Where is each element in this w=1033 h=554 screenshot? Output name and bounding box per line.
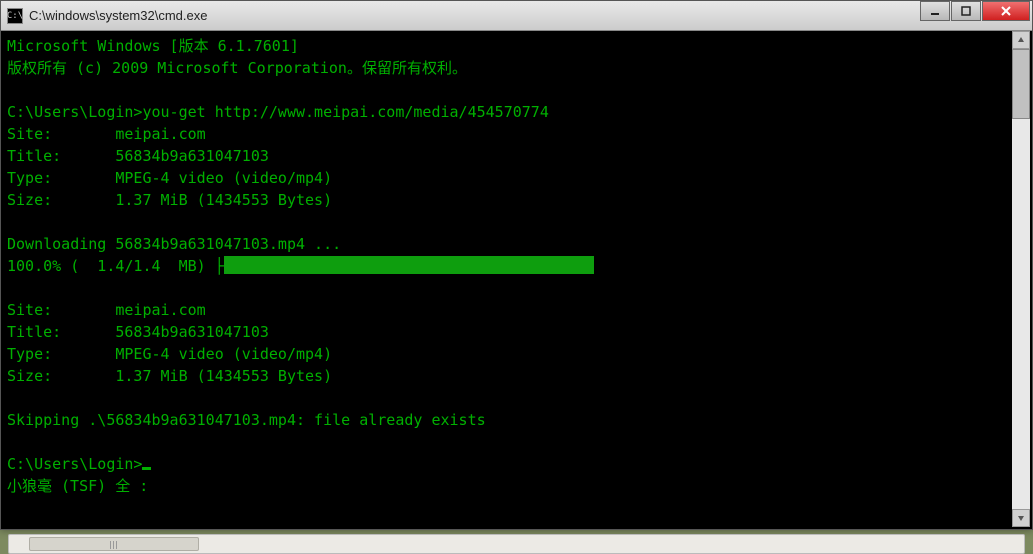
- titlebar[interactable]: C:\ C:\windows\system32\cmd.exe: [1, 1, 1032, 31]
- progress-text: 100.0% ( 1.4/1.4 MB) ├: [7, 257, 224, 275]
- type-value-2: MPEG-4 video (video/mp4): [115, 345, 332, 363]
- window-title: C:\windows\system32\cmd.exe: [29, 8, 919, 23]
- size-value: 1.37 MiB (1434553 Bytes): [115, 191, 332, 209]
- scroll-track[interactable]: [1012, 49, 1030, 509]
- vertical-scrollbar[interactable]: [1012, 31, 1030, 527]
- maximize-icon: [961, 6, 971, 16]
- maximize-button[interactable]: [951, 1, 981, 21]
- minimize-icon: [930, 6, 940, 16]
- hscroll-thumb[interactable]: [29, 537, 199, 551]
- prompt-1: C:\Users\Login>: [7, 103, 142, 121]
- skipping-line: Skipping .\56834b9a631047103.mp4: file a…: [7, 411, 486, 429]
- scroll-down-button[interactable]: [1012, 509, 1030, 527]
- site-value: meipai.com: [115, 125, 205, 143]
- downloading-line: Downloading 56834b9a631047103.mp4 ...: [7, 235, 341, 253]
- app-icon: C:\: [7, 8, 23, 24]
- size-value-2: 1.37 MiB (1434553 Bytes): [115, 367, 332, 385]
- site-label: Site:: [7, 125, 115, 143]
- command-1: you-get http://www.meipai.com/media/4545…: [142, 103, 548, 121]
- type-label-2: Type:: [7, 345, 115, 363]
- site-value-2: meipai.com: [115, 301, 205, 319]
- chevron-up-icon: [1017, 36, 1025, 44]
- console-output[interactable]: Microsoft Windows [版本 6.1.7601] 版权所有 (c)…: [1, 31, 1032, 529]
- site-label-2: Site:: [7, 301, 115, 319]
- scroll-thumb[interactable]: [1012, 49, 1030, 119]
- ime-status: 小狼毫 (TSF) 全 :: [7, 477, 148, 495]
- title-label-2: Title:: [7, 323, 115, 341]
- size-label: Size:: [7, 191, 115, 209]
- size-label-2: Size:: [7, 367, 115, 385]
- cmd-window: C:\ C:\windows\system32\cmd.exe Microsof…: [0, 0, 1033, 530]
- line-copyright: 版权所有 (c) 2009 Microsoft Corporation。保留所有…: [7, 59, 467, 77]
- chevron-down-icon: [1017, 514, 1025, 522]
- minimize-button[interactable]: [920, 1, 950, 21]
- scroll-up-button[interactable]: [1012, 31, 1030, 49]
- progress-bar: [224, 256, 594, 274]
- prompt-2: C:\Users\Login>: [7, 455, 142, 473]
- title-label: Title:: [7, 147, 115, 165]
- title-value: 56834b9a631047103: [115, 147, 269, 165]
- horizontal-scrollbar[interactable]: [8, 534, 1025, 554]
- title-value-2: 56834b9a631047103: [115, 323, 269, 341]
- close-icon: [1000, 5, 1012, 17]
- cursor: [142, 467, 151, 470]
- type-value: MPEG-4 video (video/mp4): [115, 169, 332, 187]
- line-ms-windows: Microsoft Windows [版本 6.1.7601]: [7, 37, 299, 55]
- window-controls: [919, 1, 1030, 23]
- close-button[interactable]: [982, 1, 1030, 21]
- type-label: Type:: [7, 169, 115, 187]
